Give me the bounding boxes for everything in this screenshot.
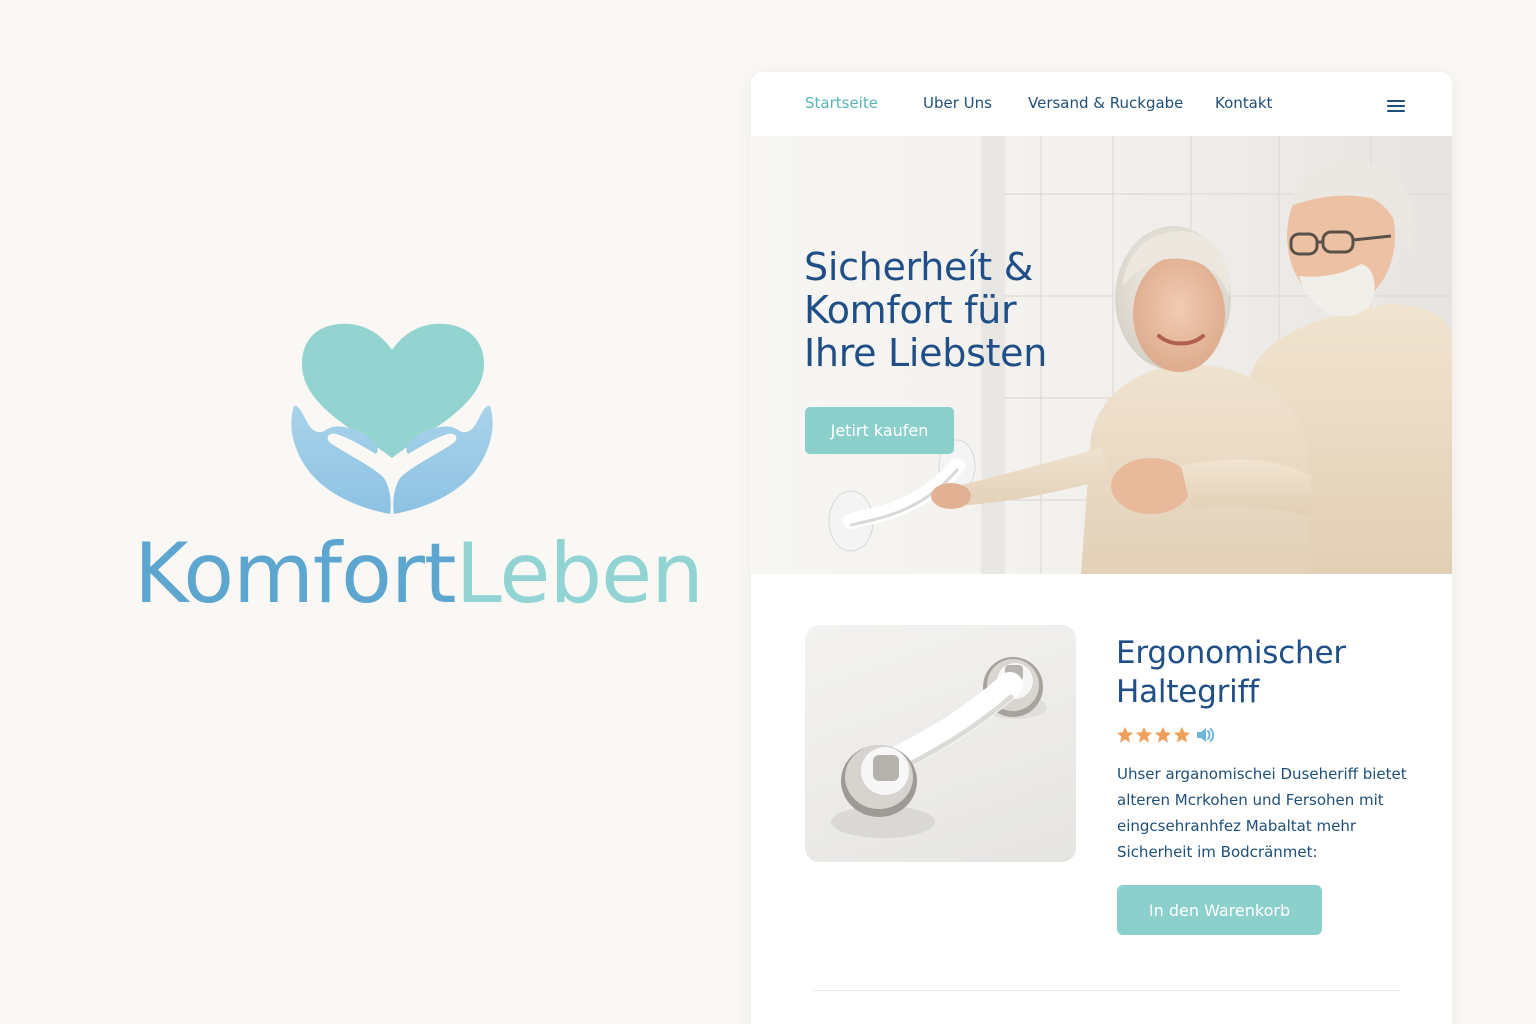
nav-link-kontakt[interactable]: Kontakt [1215,94,1272,112]
buy-now-button[interactable]: Jetirt kaufen [805,407,954,454]
product-description: Uhser arganomischei Duseheriff bietet al… [1117,765,1407,861]
nav-link-startseite[interactable]: Startseite [805,94,878,112]
hero-section: Sicherheít & Komfort für Ihre Liebsten J… [751,136,1452,574]
star-icon [1116,726,1134,743]
product-image[interactable] [805,625,1076,862]
nav-link-versand-ruckgabe[interactable]: Versand & Ruckgabe [1028,94,1183,112]
brand-name-part1: Komfort [134,525,457,622]
hero-title: Sicherheít & Komfort für Ihre Liebsten [804,245,1048,375]
section-divider [813,990,1401,991]
add-to-cart-button[interactable]: In den Warenkorb [1117,885,1322,935]
heart-in-hands-logo-icon [291,323,493,514]
speaker-icon[interactable] [1195,726,1215,744]
star-icon [1135,726,1153,743]
hamburger-menu-icon[interactable] [1384,96,1408,116]
grab-handle-product-icon [831,657,1047,838]
page: KomfortLeben Startseite Uber Uns Versand… [0,0,1536,1024]
brand-name-part2: Leben [455,525,704,622]
top-navigation: Startseite Uber Uns Versand & Ruckgabe K… [751,72,1452,136]
product-title: Ergonomischer Haltegriff [1116,635,1346,710]
star-icon [1173,726,1191,743]
brand-wordmark: KomfortLeben [134,524,704,624]
nav-link-uber-uns[interactable]: Uber Uns [923,94,992,112]
website-mockup: Startseite Uber Uns Versand & Ruckgabe K… [751,72,1452,1024]
product-rating [1116,724,1215,746]
star-icon [1154,726,1172,743]
